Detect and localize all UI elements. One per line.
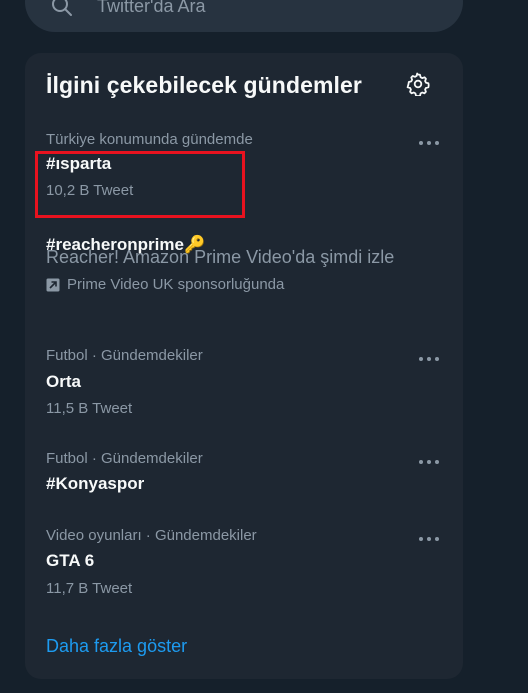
search-icon [52, 0, 72, 16]
promoted-icon [46, 278, 60, 291]
trend-context: Türkiye konumunda gündemde [46, 131, 253, 148]
promoted-by-label: Prime Video UK sponsorluğunda [67, 276, 285, 293]
gear-icon[interactable] [406, 72, 430, 96]
more-options-icon[interactable] [418, 354, 440, 364]
tweet-count: 11,7 B Tweet [46, 580, 133, 597]
more-options-icon[interactable] [418, 138, 440, 148]
highlight-annotation [35, 151, 245, 218]
trend-context: Futbol · Gündemdekiler [46, 347, 203, 364]
tweet-count: 11,5 B Tweet [46, 400, 133, 417]
more-options-icon[interactable] [418, 457, 440, 467]
search-box[interactable] [25, 0, 463, 32]
trend-context: Video oyunları · Gündemdekiler [46, 527, 257, 544]
promoted-trend-item[interactable]: #reacheronprime🔑 Reacher! Amazon Prime V… [25, 210, 463, 310]
more-options-icon[interactable] [418, 534, 440, 544]
promo-description: Reacher! Amazon Prime Video'da şimdi izl… [46, 247, 395, 267]
trend-name: GTA 6 [46, 551, 95, 570]
trend-item[interactable]: Video oyunları · Gündemdekiler GTA 6 11,… [25, 527, 463, 597]
trend-item[interactable]: Futbol · Gündemdekiler #Konyaspor [25, 450, 463, 500]
search-input[interactable] [97, 0, 437, 18]
show-more-link[interactable]: Daha fazla göster [46, 636, 187, 657]
trend-name: Orta [46, 372, 81, 391]
promoted-by: Prime Video UK sponsorluğunda [46, 276, 284, 293]
trend-name: #Konyaspor [46, 474, 145, 493]
trend-context: Futbol · Gündemdekiler [46, 450, 203, 467]
trends-panel: İlgini çekebilecek gündemler Türkiye kon… [25, 53, 463, 679]
trend-item[interactable]: Futbol · Gündemdekiler Orta 11,5 B Tweet [25, 347, 463, 417]
panel-title: İlgini çekebilecek gündemler [46, 72, 362, 98]
